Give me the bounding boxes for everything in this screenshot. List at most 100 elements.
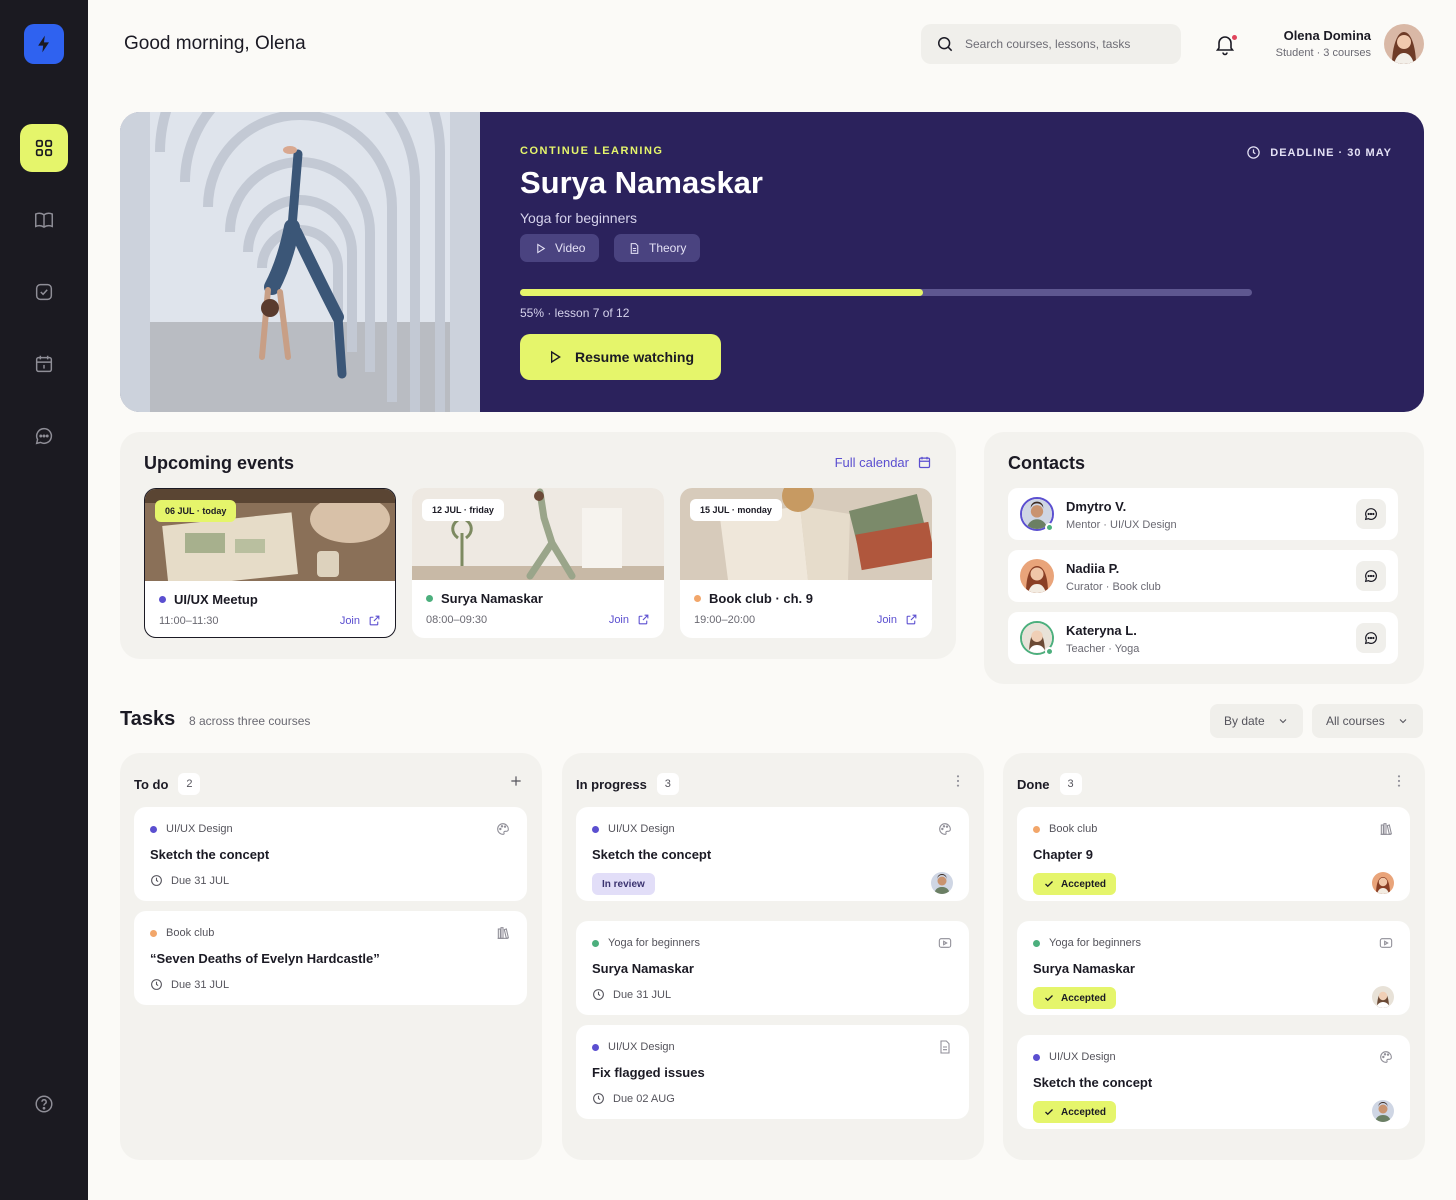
join-label: Join xyxy=(608,613,629,626)
card-due: Due 31 JUL xyxy=(150,978,229,991)
card-course: UI/UX Design xyxy=(592,1041,675,1053)
join-label: Join xyxy=(339,614,360,627)
message-button[interactable] xyxy=(1356,499,1386,529)
search-icon xyxy=(938,37,953,52)
card-course-label: UI/UX Design xyxy=(166,823,233,835)
video-icon xyxy=(1379,938,1393,948)
full-calendar-link[interactable]: Full calendar xyxy=(835,455,932,470)
column-name: To do xyxy=(134,776,169,792)
chevron-down-icon xyxy=(1279,719,1287,724)
document-icon xyxy=(630,242,639,254)
event-card[interactable]: 06 JUL · today UI/UX Meetup 11:00–11:30 … xyxy=(144,488,396,638)
column-count: 2 xyxy=(178,773,201,795)
clock-icon xyxy=(151,875,162,886)
clock-icon xyxy=(593,1093,604,1104)
card-title: Surya Namaskar xyxy=(1033,961,1135,976)
contact-row[interactable]: Dmytro V. Mentor · UI/UX Design xyxy=(1008,488,1398,540)
message-button[interactable] xyxy=(1356,561,1386,591)
more-vertical-icon[interactable] xyxy=(950,773,966,789)
task-card[interactable]: UI/UX Design Sketch the concept Accepted xyxy=(1017,1035,1410,1129)
card-course-label: Yoga for beginners xyxy=(608,937,700,949)
video-chip[interactable]: Video xyxy=(520,234,600,262)
nav-tasks[interactable] xyxy=(20,268,68,316)
upcoming-events-panel: Upcoming events Full calendar 06 JUL · t… xyxy=(120,432,956,659)
avatar xyxy=(1020,559,1054,593)
join-link[interactable]: Join xyxy=(877,613,918,626)
contacts-title: Contacts xyxy=(1008,453,1086,473)
clock-icon xyxy=(151,979,162,990)
play-icon xyxy=(537,242,546,254)
task-card[interactable]: Yoga for beginners Surya Namaskar Due 31… xyxy=(576,921,969,1015)
join-link[interactable]: Join xyxy=(340,614,381,627)
event-card[interactable]: 15 JUL · monday Book club · ch. 9 19:00–… xyxy=(680,488,932,638)
course-dot xyxy=(1033,1053,1040,1061)
search-bar[interactable] xyxy=(921,24,1181,64)
books-icon xyxy=(1380,823,1392,836)
event-time: 11:00–11:30 xyxy=(159,615,219,627)
task-card[interactable]: Book club Chapter 9 Accepted xyxy=(1017,807,1410,901)
user-avatar[interactable] xyxy=(1384,24,1424,64)
event-title: Book club · ch. 9 xyxy=(694,591,813,606)
search-input[interactable] xyxy=(965,37,1165,51)
palette-icon xyxy=(939,823,951,835)
event-date-badge: 15 JUL · monday xyxy=(690,499,782,521)
nav-messages[interactable] xyxy=(20,412,68,460)
task-card[interactable]: Book club “Seven Deaths of Evelyn Hardca… xyxy=(134,911,527,1005)
plus-icon[interactable] xyxy=(508,773,524,789)
event-time: 19:00–20:00 xyxy=(694,614,756,626)
logo[interactable] xyxy=(24,24,64,64)
task-card[interactable]: UI/UX Design Sketch the concept Due 31 J… xyxy=(134,807,527,901)
chat-icon xyxy=(1364,632,1377,645)
event-card[interactable]: 12 JUL · friday Surya Namaskar 08:00–09:… xyxy=(412,488,664,638)
column-todo: To do 2 UI/UX Design Sketch the concept … xyxy=(120,753,542,1160)
video-icon xyxy=(938,938,952,948)
course-filter-dropdown[interactable]: All courses xyxy=(1312,704,1423,738)
card-due-text: Due 02 AUG xyxy=(613,1092,675,1105)
status-badge: Accepted xyxy=(1033,873,1117,895)
card-title: Chapter 9 xyxy=(1033,847,1093,862)
event-title-text: UI/UX Meetup xyxy=(174,592,258,607)
resume-watching-button[interactable]: Resume watching xyxy=(520,334,721,380)
event-title-text: Book club · ch. 9 xyxy=(709,591,814,606)
task-card[interactable]: UI/UX Design Fix flagged issues Due 02 A… xyxy=(576,1025,969,1119)
video-chip-label: Video xyxy=(555,241,586,255)
event-time: 08:00–09:30 xyxy=(426,614,488,626)
course-dot xyxy=(592,939,599,947)
nav-dashboard[interactable] xyxy=(20,124,68,172)
avatar xyxy=(1372,872,1394,894)
nav-calendar[interactable] xyxy=(20,340,68,388)
contact-name: Nadiia P. xyxy=(1066,561,1120,576)
contact-role: Mentor · UI/UX Design xyxy=(1066,519,1177,531)
contact-row[interactable]: Kateryna L. Teacher · Yoga xyxy=(1008,612,1398,664)
yoga-photo xyxy=(120,112,480,412)
task-card[interactable]: Yoga for beginners Surya Namaskar Accept… xyxy=(1017,921,1410,1015)
card-title: Sketch the concept xyxy=(150,847,270,862)
card-course-label: Yoga for beginners xyxy=(1049,937,1141,949)
contact-row[interactable]: Nadiia P. Curator · Book club xyxy=(1008,550,1398,602)
card-course-label: Book club xyxy=(166,927,215,939)
course-dot xyxy=(150,825,157,833)
join-link[interactable]: Join xyxy=(609,613,650,626)
card-course-label: Book club xyxy=(1049,823,1098,835)
tasks-subtitle: 8 across three courses xyxy=(189,714,311,728)
task-card[interactable]: UI/UX Design Sketch the concept In revie… xyxy=(576,807,969,901)
clock-icon xyxy=(1247,146,1261,159)
nav-courses[interactable] xyxy=(20,196,68,244)
column-count: 3 xyxy=(1059,773,1082,795)
column-name: Done xyxy=(1017,776,1050,792)
nav-help[interactable] xyxy=(20,1080,68,1128)
event-title: Surya Namaskar xyxy=(426,591,543,606)
chat-icon xyxy=(35,427,53,445)
books-icon xyxy=(497,927,509,940)
more-vertical-icon[interactable] xyxy=(1391,773,1407,789)
card-course: UI/UX Design xyxy=(1033,1051,1116,1063)
sort-dropdown[interactable]: By date xyxy=(1210,704,1303,738)
grid-icon xyxy=(35,139,53,157)
card-due: Due 02 AUG xyxy=(592,1092,675,1105)
theory-chip[interactable]: Theory xyxy=(614,234,701,262)
column-in-progress: In progress 3 UI/UX Design Sketch the co… xyxy=(562,753,984,1160)
message-button[interactable] xyxy=(1356,623,1386,653)
notification-dot xyxy=(1232,35,1237,40)
palette-icon xyxy=(1380,1051,1392,1063)
contact-role: Teacher · Yoga xyxy=(1066,643,1140,655)
